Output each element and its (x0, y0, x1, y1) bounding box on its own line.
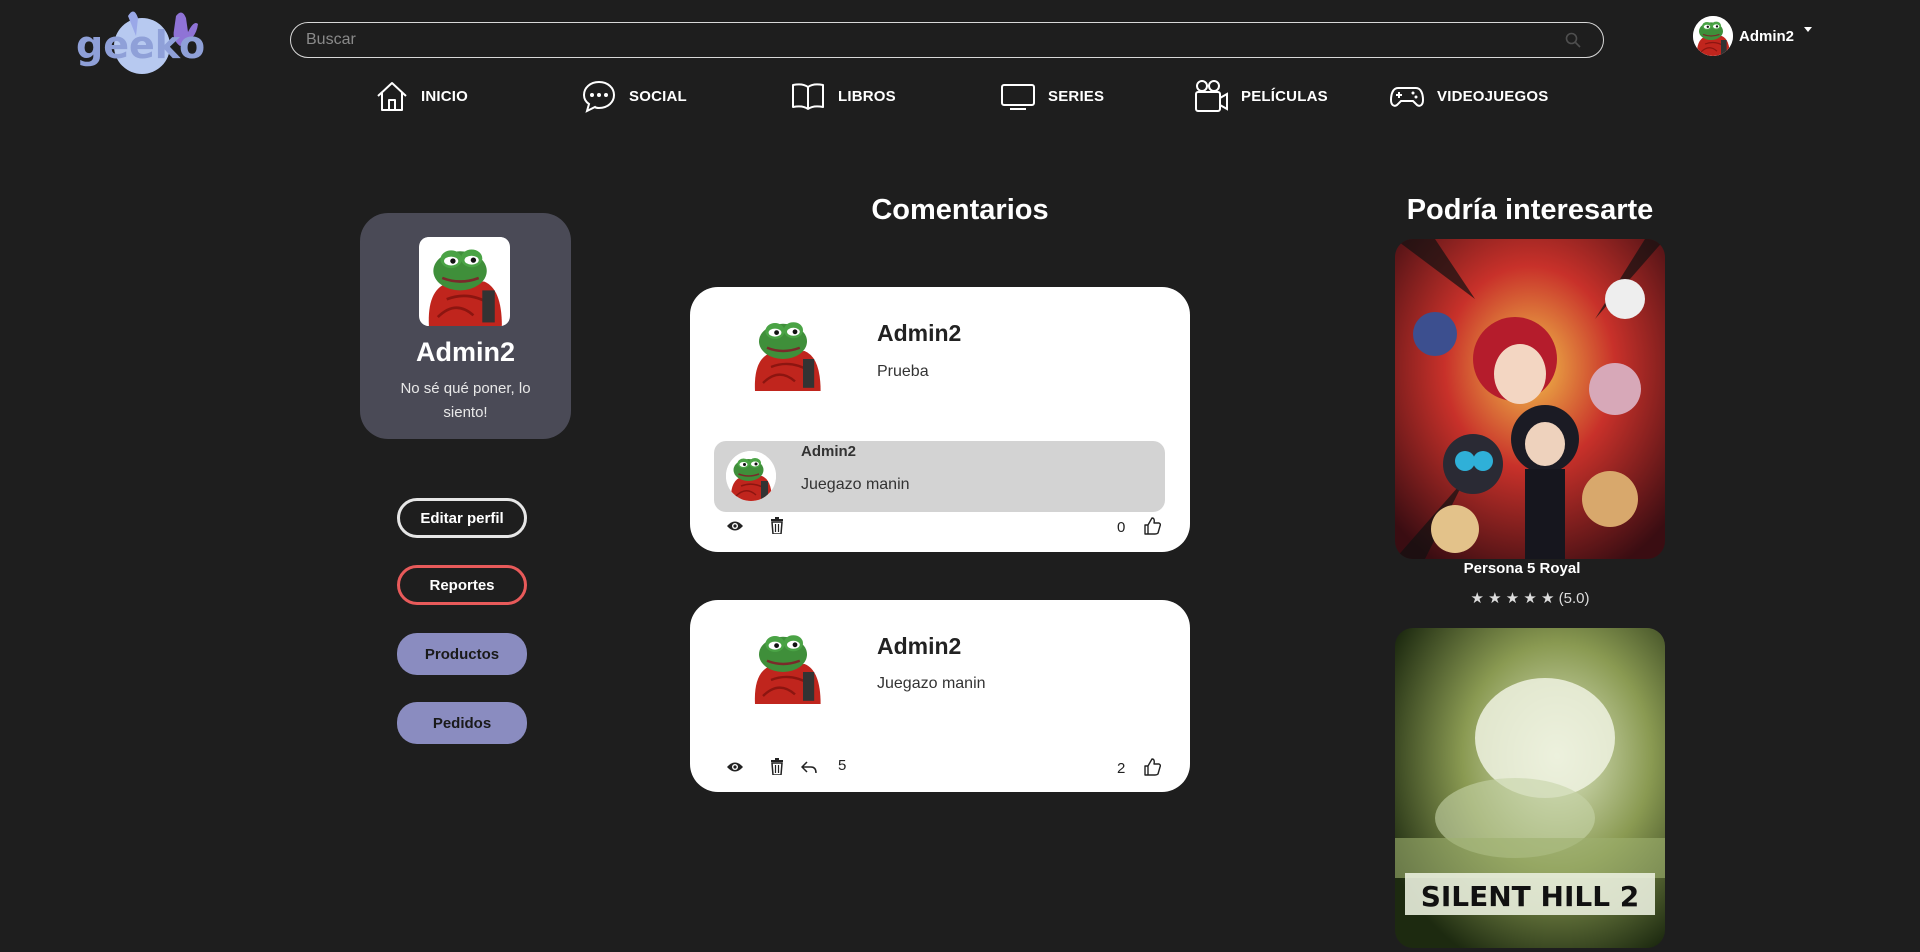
avatar (1693, 16, 1733, 56)
reports-button[interactable]: Reportes (397, 565, 527, 605)
search-bar[interactable] (290, 22, 1604, 58)
nav-item-label: PELÍCULAS (1241, 87, 1328, 105)
nav-item-series[interactable]: SERIES (1000, 78, 1104, 114)
reply-avatar (726, 451, 776, 501)
search-icon[interactable] (1565, 32, 1581, 48)
star-rating: ★ ★ ★ ★ ★ (5.0) (1470, 590, 1590, 607)
persona-cover-image (1395, 239, 1665, 559)
recommendation-cover-persona[interactable] (1395, 239, 1665, 559)
user-menu-name: Admin2 (1739, 27, 1795, 45)
comment-card: Admin2 Prueba Admin2 Juegazo manin 0 (690, 287, 1190, 552)
recommendation-name[interactable]: Persona 5 Royal (1395, 560, 1649, 577)
thumbs-up-icon[interactable] (1144, 758, 1161, 776)
profile-name: Admin2 (415, 337, 515, 367)
nav-item-label: VIDEOJUEGOS (1437, 87, 1549, 105)
gamepad-icon (1389, 87, 1425, 107)
movie-camera-icon (1195, 80, 1228, 112)
thumbs-up-icon[interactable] (1144, 517, 1161, 535)
nav-item-label: INICIO (421, 87, 469, 105)
tv-icon (1001, 84, 1035, 110)
book-icon (792, 83, 824, 110)
edit-profile-button[interactable]: Editar perfil (397, 498, 527, 538)
profile-bio: No sé qué poner, lo siento! (400, 380, 531, 421)
nav-item-videojuegos[interactable]: VIDEOJUEGOS (1389, 78, 1548, 114)
reply-count: 5 (838, 757, 847, 774)
comment-author: Admin2 (877, 320, 962, 346)
silent-hill-cover-image: SILENT HILL 2 (1395, 628, 1665, 948)
search-input[interactable] (304, 30, 1590, 50)
logo-graphic: geeko (76, 11, 205, 74)
recommendations-title: Podría interesarte (1406, 194, 1654, 226)
trash-icon[interactable] (770, 758, 784, 775)
products-button[interactable]: Productos (397, 633, 527, 675)
nav-item-label: SERIES (1048, 87, 1105, 105)
nav-item-social[interactable]: SOCIAL (581, 78, 687, 114)
reply-author: Admin2 (801, 443, 857, 460)
comment-avatar (747, 311, 827, 391)
like-count: 2 (1117, 760, 1126, 777)
eye-icon[interactable] (726, 519, 744, 533)
chevron-down-icon (1804, 26, 1813, 32)
comment-text: Juegazo manin (877, 675, 986, 692)
comment-card: Admin2 Juegazo manin 5 2 (690, 600, 1190, 792)
orders-button[interactable]: Pedidos (397, 702, 527, 744)
profile-avatar (419, 237, 510, 326)
like-count: 0 (1117, 519, 1126, 536)
user-menu[interactable]: Admin2 (1693, 16, 1813, 56)
comments-title: Comentarios (871, 194, 1049, 226)
chat-bubble-icon (582, 80, 616, 113)
profile-card: Admin2 No sé qué poner, lo siento! (360, 213, 571, 439)
comment-avatar (747, 624, 827, 704)
nav-item-label: SOCIAL (629, 87, 687, 105)
home-icon (377, 82, 407, 111)
nav-item-libros[interactable]: LIBROS (790, 78, 896, 114)
nav-item-label: LIBROS (838, 87, 896, 105)
comment-text: Prueba (877, 363, 929, 380)
reply-item: Admin2 Juegazo manin (714, 441, 1165, 512)
comment-author: Admin2 (877, 633, 962, 659)
trash-icon[interactable] (770, 517, 784, 534)
reply-icon[interactable] (801, 760, 817, 774)
reply-text: Juegazo manin (801, 476, 910, 493)
logo[interactable]: geeko (76, 6, 206, 78)
nav-item-peliculas[interactable]: PELÍCULAS (1193, 78, 1328, 114)
nav-item-inicio[interactable]: INICIO (375, 78, 468, 114)
logo-text: geeko (76, 23, 205, 67)
cover-title: SILENT HILL 2 (1421, 880, 1640, 913)
eye-icon[interactable] (726, 760, 744, 774)
recommendation-cover-silent-hill[interactable]: SILENT HILL 2 (1395, 628, 1665, 948)
